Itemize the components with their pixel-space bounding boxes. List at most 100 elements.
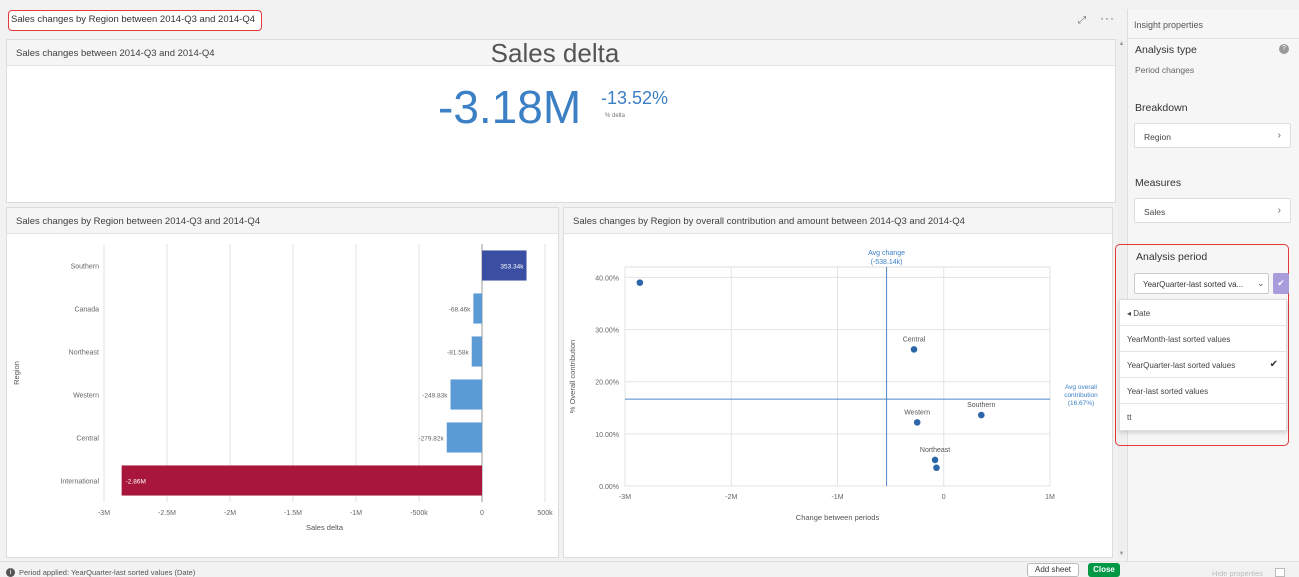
avg-change-value: (-538.14k) [871, 259, 903, 266]
kpi-percent-label: % delta [605, 113, 626, 119]
more-options-icon[interactable]: ··· [1100, 11, 1115, 25]
breakdown-field-region[interactable]: Region › [1134, 123, 1291, 148]
data-label: -81.58k [447, 350, 469, 357]
data-label: -279.82k [418, 436, 444, 443]
x-tick-label: 1M [1045, 494, 1055, 501]
bar [446, 422, 482, 453]
period-dropdown: ◂ Date YearMonth-last sorted values Year… [1119, 299, 1288, 431]
analysis-period-label: Analysis period [1136, 251, 1208, 263]
avg-contribution-label: Avg overall [1065, 384, 1098, 391]
data-label: -249.83k [422, 393, 448, 400]
data-label: -68.46k [449, 307, 471, 314]
breakdown-label: Breakdown [1135, 102, 1188, 114]
x-tick-label: -1.5M [284, 510, 302, 517]
x-tick-label: -2M [725, 494, 737, 501]
avg-contribution-value: (16.67%) [1068, 400, 1094, 407]
bar [121, 465, 482, 496]
x-axis-label: Change between periods [796, 513, 880, 522]
period-applied-text: Period applied: YearQuarter-last sorted … [19, 568, 196, 577]
x-tick-label: -3M [619, 494, 631, 501]
measures-field-sales[interactable]: Sales › [1134, 198, 1291, 223]
x-axis-label: Sales delta [306, 523, 344, 532]
analysis-type-value: Period changes [1135, 65, 1195, 75]
breakdown-value: Region [1144, 132, 1171, 142]
chevron-down-icon[interactable]: ⌄ [1257, 278, 1265, 289]
y-tick-label: International [60, 479, 99, 486]
y-axis-label: % Overall contribution [568, 340, 577, 413]
kpi-value: -3.18M [438, 81, 582, 133]
confirm-check-button[interactable]: ✔ [1273, 273, 1289, 294]
y-tick-label: Central [76, 436, 99, 443]
scroll-down-icon[interactable]: ▼ [1117, 551, 1126, 557]
y-tick-label: 10.00% [595, 432, 619, 439]
scatter-chart-header: Sales changes by Region by overall contr… [564, 208, 1112, 234]
scatter-point [913, 419, 921, 426]
point-label: Southern [967, 402, 996, 409]
x-tick-label: 0 [942, 494, 946, 501]
scatter-point [977, 411, 985, 419]
scatter-point [636, 279, 644, 286]
x-tick-label: -2M [224, 510, 236, 517]
avg-contribution-label: contribution [1064, 392, 1098, 399]
measures-value: Sales [1144, 207, 1166, 217]
dropdown-option-label: YearQuarter-last sorted values [1127, 361, 1236, 370]
scatter-point [910, 346, 918, 353]
bar [473, 293, 482, 324]
point-label: Northeast [920, 447, 950, 454]
chevron-right-icon: › [1277, 130, 1281, 141]
analysis-type-label: Analysis type [1135, 44, 1197, 56]
dropdown-option[interactable]: tt [1120, 404, 1288, 430]
bar [450, 379, 482, 410]
scroll-up-icon[interactable]: ▲ [1117, 41, 1126, 47]
point-label: Central [903, 336, 926, 343]
check-icon: ✔ [1269, 359, 1278, 370]
x-tick-label: -1M [350, 510, 362, 517]
dropdown-option[interactable]: Year-last sorted values [1120, 378, 1288, 404]
hide-properties-checkbox[interactable] [1275, 568, 1285, 577]
data-label: 353.34k [500, 264, 524, 271]
page-title: Sales changes by Region between 2014-Q3 … [8, 10, 263, 31]
y-tick-label: 20.00% [595, 380, 619, 387]
x-tick-label: -1M [831, 494, 843, 501]
info-icon: i [6, 568, 15, 577]
hide-properties-label: Hide properties [1212, 569, 1263, 577]
expand-icon[interactable]: ⤢ [1078, 15, 1086, 26]
bar-chart[interactable]: -3M -2.5M -2M -1.5M -1M -500k 0 500k Southern 353… [7, 234, 558, 557]
analysis-period-select[interactable]: YearQuarter-last sorted va... [1134, 273, 1269, 294]
x-tick-label: -2.5M [158, 510, 176, 517]
y-tick-label: Northeast [69, 350, 99, 357]
y-tick-label: Southern [71, 264, 100, 271]
dropdown-option-selected[interactable]: YearQuarter-last sorted values ✔ [1120, 352, 1288, 378]
chevron-right-icon: › [1277, 205, 1281, 216]
y-tick-label: Western [73, 393, 99, 400]
x-tick-label: -500k [410, 510, 428, 517]
bar-chart-panel[interactable]: Sales changes by Region between 2014-Q3 … [6, 207, 559, 558]
y-axis-label: Region [12, 361, 21, 385]
scatter-chart[interactable]: -3M -2M -1M 0 1M 0.00% 10.00% 20.00% 30.00% 40.00… [564, 234, 1112, 557]
bar-chart-header: Sales changes by Region between 2014-Q3 … [7, 208, 558, 234]
y-tick-label: 0.00% [599, 484, 619, 491]
x-tick-label: 500k [537, 510, 553, 517]
properties-divider [1127, 38, 1299, 39]
bar [471, 336, 482, 367]
dropdown-back-label: Date [1133, 309, 1151, 318]
point-label: Western [904, 409, 930, 416]
scatter-chart-panel[interactable]: Sales changes by Region by overall contr… [563, 207, 1113, 558]
y-tick-label: 40.00% [595, 275, 619, 282]
help-icon[interactable]: ? [1279, 44, 1289, 54]
dropdown-option[interactable]: YearMonth-last sorted values [1120, 326, 1288, 352]
kpi-percent: -13.52% [601, 88, 669, 108]
x-tick-label: 0 [480, 510, 484, 517]
avg-change-label: Avg change [868, 250, 905, 257]
properties-title: Insight properties [1134, 20, 1204, 30]
measures-label: Measures [1135, 177, 1182, 189]
x-tick-label: -3M [98, 510, 110, 517]
dropdown-back-date[interactable]: ◂ Date [1120, 300, 1288, 326]
scatter-point [933, 464, 940, 472]
y-tick-label: Canada [74, 307, 99, 314]
scatter-point [931, 456, 939, 464]
close-button[interactable]: Close [1088, 563, 1120, 577]
data-label: -2.86M [126, 479, 146, 486]
add-sheet-button[interactable]: Add sheet [1027, 563, 1079, 577]
kpi-title: Sales delta [490, 38, 620, 68]
